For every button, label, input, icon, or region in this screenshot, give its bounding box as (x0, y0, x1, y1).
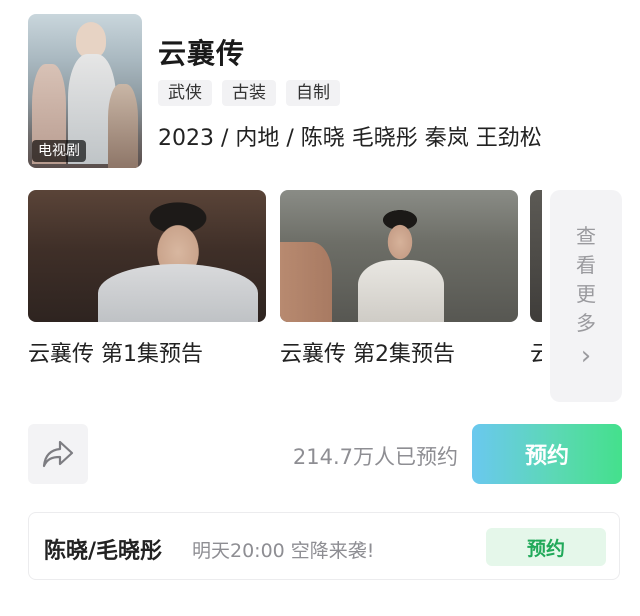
live-names: 陈晓/毛晓彤 (44, 539, 163, 564)
view-more-char: 多 (576, 310, 596, 335)
poster-badge: 电视剧 (32, 140, 86, 162)
view-more-button[interactable]: 查 看 更 多 › (550, 190, 622, 402)
chevron-right-icon: › (580, 340, 592, 371)
clip-thumbnail[interactable] (280, 190, 518, 322)
show-meta: 2023 / 内地 / 陈晓 毛晓彤 秦岚 王劲松 (158, 126, 542, 151)
tag-item[interactable]: 武侠 (158, 80, 212, 106)
reserve-count: 214.7万人已预约 (292, 445, 458, 469)
view-more-char: 更 (576, 281, 596, 306)
clip-caption[interactable]: 云 (530, 336, 542, 368)
tag-list: 武侠 古装 自制 (158, 80, 340, 106)
clip-thumbnail[interactable] (530, 190, 542, 322)
clip-thumbnail[interactable] (28, 190, 266, 322)
clip-caption[interactable]: 云襄传 第1集预告 (28, 336, 203, 368)
view-more-char: 查 (576, 223, 596, 248)
live-description: 明天20:00 空降来袭! (192, 540, 375, 562)
view-more-char: 看 (576, 252, 596, 277)
poster-image[interactable]: 电视剧 (28, 14, 142, 168)
tag-item[interactable]: 自制 (286, 80, 340, 106)
live-reserve-button[interactable]: 预约 (486, 528, 606, 566)
share-button[interactable] (28, 424, 88, 484)
show-title[interactable]: 云襄传 (158, 32, 245, 72)
tag-item[interactable]: 古装 (222, 80, 276, 106)
reserve-button[interactable]: 预约 (472, 424, 622, 484)
clip-caption[interactable]: 云襄传 第2集预告 (280, 336, 455, 368)
share-arrow-icon (42, 440, 74, 468)
